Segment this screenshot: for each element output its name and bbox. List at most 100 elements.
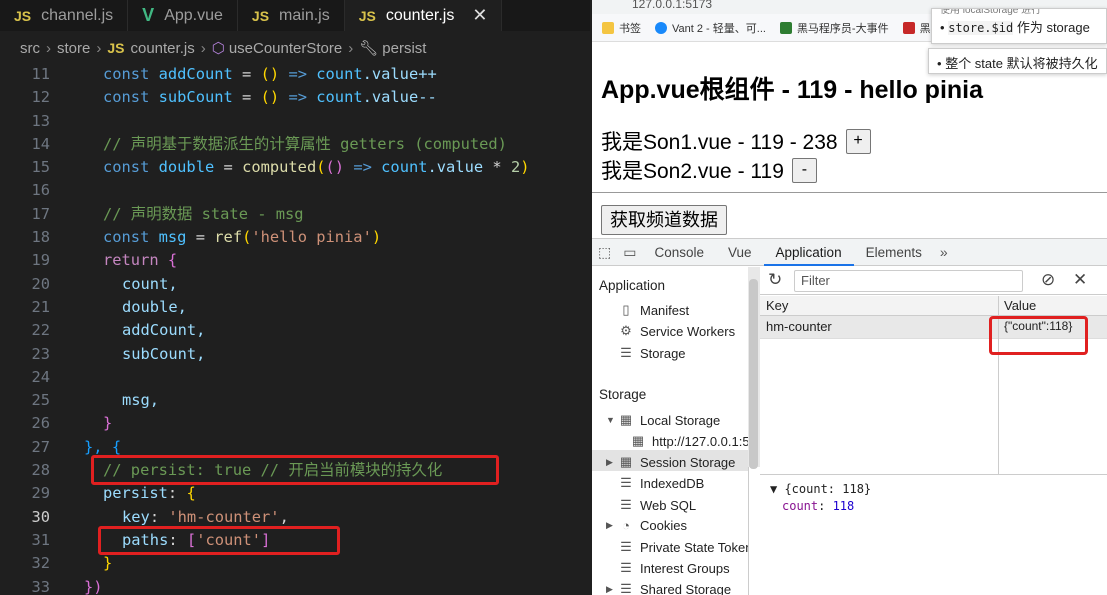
bookmark-folder[interactable]: 书签	[602, 20, 641, 36]
tab-elements[interactable]: Elements	[854, 239, 934, 266]
collapsed-arrow-icon[interactable]: ▶	[606, 457, 616, 468]
sidebar-item-session-storage[interactable]: ▶ ▦ Session Storage	[606, 454, 735, 470]
tab-label: main.js	[279, 6, 330, 24]
preview-object[interactable]: ▼ {count: 118}	[770, 481, 871, 498]
son1-add-button[interactable]: +	[845, 128, 871, 154]
code-line: 11 const addCount = () => count.value++	[0, 63, 590, 86]
code-area[interactable]: 11 const addCount = () => count.value++ 1…	[0, 63, 590, 595]
close-icon[interactable]: ✕	[472, 5, 487, 26]
bookmark-more[interactable]: 黑	[902, 20, 931, 36]
line-number: 28	[31, 461, 50, 480]
code-line: 20 count,	[0, 273, 590, 296]
device-toolbar-icon[interactable]: ▭	[623, 244, 636, 261]
tab-vue[interactable]: Vue	[716, 239, 764, 266]
line-number: 32	[31, 554, 50, 573]
code-editor[interactable]: JS channel.js V App.vue JS main.js JS counte…	[0, 0, 590, 595]
sidebar-item-private-state-tokens[interactable]: ☰ Private State Tokens	[618, 539, 748, 555]
devtools-panel: ⬚ ▭ Console Vue Application Elements » A…	[592, 238, 1107, 595]
highlight-value-cell	[989, 316, 1088, 355]
breadcrumb-store[interactable]: store	[57, 40, 90, 57]
code-line: 26}	[0, 412, 590, 435]
line-number: 31	[31, 530, 50, 549]
line-number: 26	[31, 414, 50, 433]
line-number: 33	[31, 577, 50, 595]
tab-application[interactable]: Application	[763, 239, 854, 266]
value-preview: ▼ {count: 118} count: 118	[770, 481, 871, 515]
divider	[592, 192, 1107, 193]
sidebar-item-cookies[interactable]: ▶ ◔ Cookies	[606, 518, 687, 533]
line-number: 13	[31, 111, 50, 130]
sidebar-scrollbar-thumb[interactable]	[749, 279, 758, 469]
wrench-icon: 🔧︎	[359, 40, 379, 57]
code-line: 32}	[0, 552, 590, 575]
line-number: 14	[31, 134, 50, 153]
inspect-icon[interactable]: ⬚	[598, 244, 611, 261]
chevron-right-icon: ›	[200, 39, 206, 57]
bookmark-vant[interactable]: Vant 2 - 轻量、可...	[655, 20, 766, 36]
chevron-right-icon: ›	[96, 39, 102, 57]
sidebar-item-local-origin[interactable]: ▦ http://127.0.0.1:5	[630, 433, 748, 449]
line-number: 20	[31, 274, 50, 293]
line-number: 21	[31, 297, 50, 316]
line-number: 11	[31, 65, 50, 83]
son2-text: 我是Son2.vue - 119	[601, 160, 784, 183]
database-icon: ☰	[620, 560, 632, 575]
line-number: 15	[31, 158, 50, 177]
application-sidebar: Application ▯ Manifest ⚙ Service Workers ☰…	[592, 267, 749, 595]
line-number: 16	[31, 181, 50, 200]
delete-selected-icon[interactable]: ✕	[1073, 270, 1087, 290]
code-comment: // 声明基于数据派生的计算属性 getters (computed)	[103, 134, 507, 153]
line-number: 24	[31, 367, 50, 386]
editor-tab-bar: JS channel.js V App.vue JS main.js JS counte…	[0, 0, 590, 31]
son2-sub-button[interactable]: -	[791, 157, 817, 183]
tab-channel-js[interactable]: JS channel.js	[0, 0, 129, 31]
vue-file-icon: V	[142, 5, 155, 25]
collapsed-arrow-icon[interactable]: ▶	[606, 584, 616, 595]
page-title: App.vue根组件 - 119 - hello pinia	[601, 76, 984, 104]
sidebar-item-interest-groups[interactable]: ☰ Interest Groups	[618, 560, 729, 576]
sidebar-item-local-storage[interactable]: ▼ ▦ Local Storage	[606, 412, 720, 428]
column-key[interactable]: Key	[766, 298, 788, 313]
more-tabs-icon[interactable]: »	[940, 244, 948, 260]
sidebar-item-storage[interactable]: ☰ Storage	[618, 345, 685, 361]
fetch-channel-button[interactable]: 获取频道数据	[601, 205, 727, 235]
clear-all-icon[interactable]: ⊘	[1041, 270, 1055, 290]
tab-main-js[interactable]: JS main.js	[238, 0, 345, 31]
code-line: 21 double,	[0, 296, 590, 319]
sidebar-item-service-workers[interactable]: ⚙ Service Workers	[618, 323, 735, 339]
breadcrumb-property[interactable]: persist	[382, 40, 426, 57]
preview-property: count: 118	[782, 499, 855, 513]
file-icon: ▯	[622, 302, 630, 317]
filter-input[interactable]: Filter	[794, 270, 1023, 292]
tab-label: App.vue	[164, 6, 223, 24]
sidebar-item-manifest[interactable]: ▯ Manifest	[618, 302, 689, 318]
refresh-icon[interactable]: ↻	[768, 270, 782, 290]
sidebar-item-shared-storage[interactable]: ▶ ☰ Shared Storage	[606, 581, 731, 595]
tab-console[interactable]: Console	[642, 239, 716, 266]
tab-counter-js[interactable]: JS counter.js ✕	[344, 0, 503, 31]
js-file-icon: JS	[14, 7, 32, 24]
sidebar-item-indexeddb[interactable]: ☰ IndexedDB	[618, 475, 704, 491]
notes-tooltip: 使用 localStorage 进行 • store.$id 作为 storag…	[931, 8, 1107, 44]
line-number: 12	[31, 88, 50, 107]
breadcrumb-src[interactable]: src	[20, 40, 40, 57]
breadcrumb-file[interactable]: counter.js	[130, 40, 194, 57]
bookmark-icon	[902, 21, 915, 34]
sidebar-item-websql[interactable]: ☰ Web SQL	[618, 497, 696, 513]
bookmark-heima[interactable]: 黑马程序员-大事件	[779, 20, 889, 36]
expanded-arrow-icon[interactable]: ▼	[606, 415, 616, 425]
collapsed-arrow-icon[interactable]: ▶	[606, 520, 616, 531]
section-storage: Storage	[599, 387, 647, 402]
folder-icon	[602, 21, 614, 34]
highlight-persist-comment	[91, 455, 499, 485]
preview-divider	[760, 474, 1107, 475]
url-text[interactable]: 127.0.0.1:5173	[632, 0, 712, 11]
code-line: 14 // 声明基于数据派生的计算属性 getters (computed)	[0, 133, 590, 156]
heima-icon	[779, 21, 792, 34]
code-line: 22 addCount,	[0, 319, 590, 342]
breadcrumb-function[interactable]: useCounterStore	[229, 40, 342, 57]
cell-key[interactable]: hm-counter	[766, 319, 832, 334]
code-line: 33})	[0, 576, 590, 595]
column-value[interactable]: Value	[1004, 298, 1036, 313]
tab-app-vue[interactable]: V App.vue	[128, 0, 238, 31]
